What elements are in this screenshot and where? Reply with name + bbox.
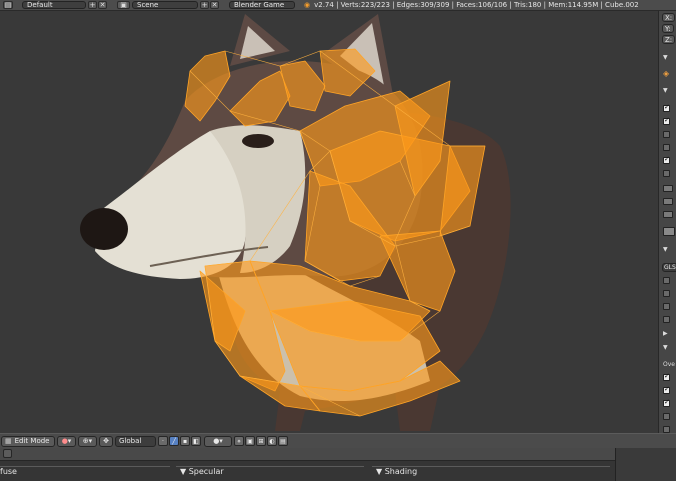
scene-icon[interactable]: ▣ [117, 1, 130, 9]
blender-logo-icon: ◉ [304, 1, 311, 9]
checkbox-10[interactable] [663, 316, 670, 323]
orientation-selector[interactable]: Global [115, 435, 156, 447]
add-scene-icon[interactable]: + [200, 1, 209, 9]
panel-collapse-toggle[interactable]: ▼ [663, 53, 675, 62]
panel-collapse-toggle-4[interactable]: ▼ [663, 343, 675, 352]
triangle-down-icon-3: ▼ [663, 246, 668, 253]
checkbox-1[interactable] [663, 103, 670, 112]
checkbox-14[interactable] [663, 413, 670, 420]
checkbox-3[interactable] [663, 131, 670, 138]
triangle-down-icon: ▼ [663, 54, 668, 61]
render-engine-selector[interactable]: Blender Game [229, 1, 295, 9]
axis-z-field[interactable]: Z: [662, 35, 676, 44]
pivot-point-selector[interactable]: ⊕ ▾ [78, 435, 97, 447]
mode-value: Edit Mode [14, 437, 50, 445]
snap-toggle-icon[interactable]: ⋄ [234, 436, 244, 446]
diffuse-panel-label[interactable]: fuse [0, 467, 17, 476]
proportional-edit-selector[interactable]: ● ▾ [204, 435, 232, 447]
proportional-edit-icon: ● [213, 437, 220, 445]
viewport-header: ▦ Edit Mode ● ▾ ⊕ ▾ ✥ Global · ╱ ▪ ◧ ● ▾ ⋄ … [0, 433, 676, 449]
3d-viewport[interactable] [0, 11, 658, 433]
field-slot-3[interactable] [663, 211, 673, 218]
shading-panel-toggle[interactable]: ▼ Shading [376, 467, 417, 476]
render-animation-icon[interactable]: ▤ [278, 436, 288, 446]
render-engine-value: Blender Game [234, 1, 285, 9]
specular-panel-label: Specular [188, 467, 224, 476]
axis-x-label: X: [665, 13, 673, 22]
checkbox-6[interactable] [663, 170, 670, 177]
occlude-geometry-icon[interactable]: ◧ [191, 436, 201, 446]
wolf-model [80, 14, 511, 431]
glsl-field[interactable]: GLS [662, 263, 676, 272]
snap-element-icon[interactable]: ▣ [245, 436, 255, 446]
scene-stats: v2.74 | Verts:223/223 | Edges:309/309 | … [314, 1, 639, 9]
layout-value: Default [27, 1, 53, 9]
wolf-nose [80, 208, 128, 250]
shading-sphere-icon: ● [61, 437, 68, 445]
edge-select-icon[interactable]: ╱ [169, 436, 179, 446]
axis-y-field[interactable]: Y: [662, 24, 674, 33]
triangle-right-icon: ▶ [663, 330, 668, 337]
checkbox-13[interactable] [663, 398, 670, 407]
info-header: ▤ Default + ✕ ▣ Scene + ✕ Blender Game ◉… [0, 0, 676, 11]
face-select-icon[interactable]: ▪ [180, 436, 190, 446]
checkbox-12[interactable] [663, 385, 670, 394]
checkbox-4[interactable] [663, 144, 670, 151]
overlay-label: Ove [663, 361, 675, 368]
mode-selector[interactable]: ▦ Edit Mode [1, 435, 55, 447]
bottom-right-strip [615, 448, 676, 481]
axis-x-field[interactable]: X: [662, 13, 676, 22]
vertex-select-icon[interactable]: · [158, 436, 168, 446]
specular-panel-toggle[interactable]: ▼ Specular [180, 467, 224, 476]
object-icon: ◈ [663, 69, 670, 78]
panel-expand-toggle[interactable]: ▶ [663, 329, 675, 338]
snap-target-icon[interactable]: ⊞ [256, 436, 266, 446]
wolf-eye [242, 134, 274, 148]
edit-mode-icon: ▦ [5, 437, 12, 445]
axis-y-label: Y: [665, 24, 671, 33]
editor-type-button[interactable]: ▤ [3, 1, 13, 9]
checkbox-2[interactable] [663, 116, 670, 125]
remove-scene-icon[interactable]: ✕ [210, 1, 219, 9]
remove-layout-icon[interactable]: ✕ [98, 1, 107, 9]
panel-button[interactable] [663, 227, 675, 236]
viewport-shading-selector[interactable]: ● ▾ [57, 435, 76, 447]
checkbox-9[interactable] [663, 303, 670, 310]
separator [0, 466, 170, 467]
field-slot-2[interactable] [663, 198, 673, 205]
properties-bottom-panel: fuse ▼ Specular ▼ Shading [0, 448, 676, 481]
add-layout-icon[interactable]: + [88, 1, 97, 9]
orientation-value: Global [119, 437, 142, 445]
checkbox-15[interactable] [663, 426, 670, 433]
panel-collapse-toggle-3[interactable]: ▼ [663, 245, 675, 254]
checkbox-5[interactable] [663, 155, 670, 164]
render-preview-icon[interactable]: ◐ [267, 436, 277, 446]
scene-value: Scene [137, 1, 159, 9]
manipulator-icon[interactable]: ✥ [103, 437, 109, 445]
bottom-panel-header [0, 448, 676, 461]
triangle-down-icon-4: ▼ [663, 344, 668, 351]
layout-selector[interactable]: Default [22, 1, 86, 9]
pivot-icon: ⊕ [82, 437, 89, 445]
properties-panel: X: Y: Z: ▼ ◈ ▼ ▼ GLS ▶ ▼ Ove [658, 11, 676, 433]
glsl-label: GLS [664, 264, 676, 271]
bottom-editor-type-icon[interactable] [3, 449, 12, 458]
triangle-down-icon-2: ▼ [663, 87, 668, 94]
checkbox-7[interactable] [663, 277, 670, 284]
scene-selector[interactable]: Scene [132, 1, 198, 9]
checkbox-8[interactable] [663, 290, 670, 297]
manipulator-toggle-group: ✥ [99, 435, 113, 447]
axis-z-label: Z: [665, 35, 673, 44]
checkbox-11[interactable] [663, 372, 670, 381]
panel-collapse-toggle-2[interactable]: ▼ [663, 86, 675, 95]
field-slot-1[interactable] [663, 185, 673, 192]
shading-panel-label: Shading [384, 467, 418, 476]
